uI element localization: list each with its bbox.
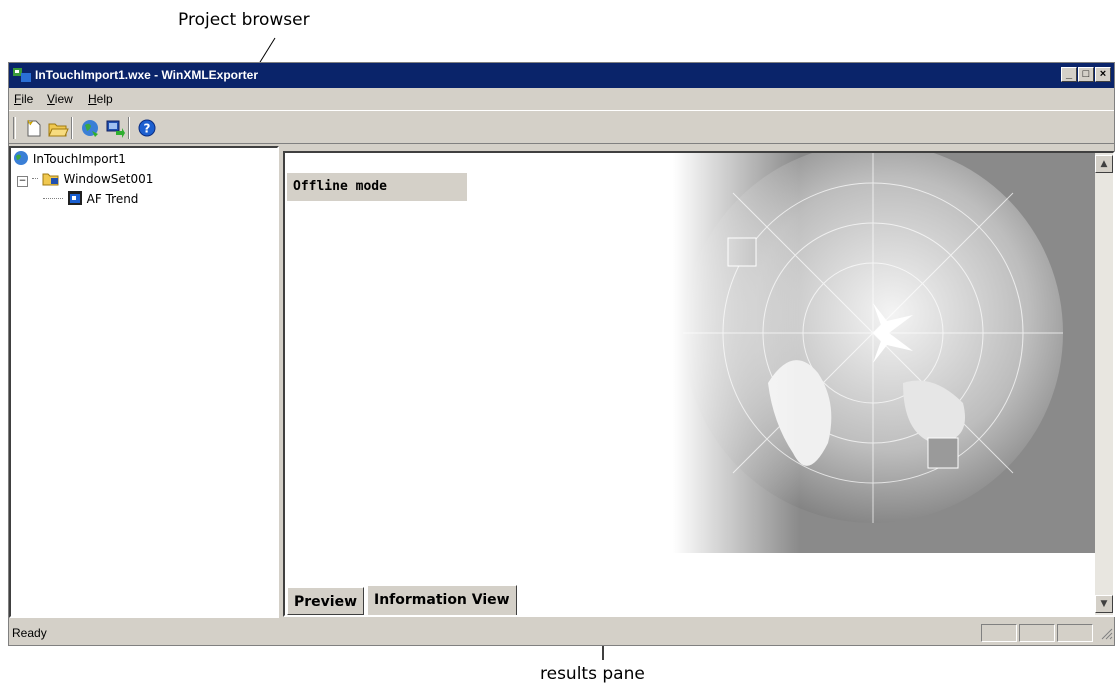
status-panel (1057, 624, 1093, 642)
window-icon (67, 191, 82, 205)
globe-icon (14, 151, 28, 165)
tab-preview[interactable]: Preview (287, 587, 365, 615)
tree-label-root: InTouchImport1 (32, 152, 126, 166)
offline-mode-label: Offline mode (287, 173, 467, 201)
toolbar: ? (9, 110, 1114, 144)
minimize-button[interactable]: _ (1061, 67, 1077, 82)
tree-node-folder[interactable]: − WindowSet001 (17, 170, 153, 187)
status-panel (1019, 624, 1055, 642)
status-panel (981, 624, 1017, 642)
collapse-toggle-icon[interactable]: − (17, 176, 28, 187)
status-bar: Ready (9, 620, 1114, 646)
scroll-up-button[interactable]: ▲ (1095, 155, 1113, 173)
globe-illustration (673, 153, 1095, 553)
window-set-folder-icon (42, 173, 59, 186)
app-window: InTouchImport1.wxe - WinXMLExporter _ □ … (8, 62, 1115, 646)
window-title: InTouchImport1.wxe - WinXMLExporter (35, 68, 259, 82)
title-bar[interactable]: InTouchImport1.wxe - WinXMLExporter _ □ … (9, 63, 1114, 88)
resize-grip-icon[interactable] (1099, 626, 1113, 640)
menu-help[interactable]: Help (88, 92, 113, 106)
callout-results-pane: results pane (540, 664, 645, 684)
toolbar-separator (128, 117, 130, 139)
tree-connector (43, 198, 63, 199)
results-pane[interactable]: Offline mode ▲ ▼ (283, 151, 1115, 617)
help-icon[interactable]: ? (136, 117, 158, 139)
project-browser[interactable]: InTouchImport1 − WindowSet001 AF Trend (9, 146, 279, 618)
svg-text:?: ? (144, 122, 151, 136)
status-text: Ready (12, 626, 47, 640)
tab-information-view[interactable]: Information View (367, 585, 517, 615)
tree-label-window: AF Trend (86, 192, 139, 206)
view-tabs: Preview Information View (283, 585, 1115, 617)
menu-file[interactable]: File (14, 92, 33, 106)
tree-label-folder: WindowSet001 (63, 172, 154, 186)
open-folder-icon[interactable] (47, 117, 69, 139)
maximize-button[interactable]: □ (1078, 67, 1094, 82)
vertical-scrollbar[interactable]: ▲ ▼ (1095, 153, 1113, 615)
close-button[interactable]: × (1095, 67, 1111, 82)
new-document-icon[interactable] (22, 117, 44, 139)
tree-node-root[interactable]: InTouchImport1 (13, 150, 126, 166)
tree-connector (31, 178, 38, 179)
export-icon[interactable] (104, 117, 126, 139)
toolbar-separator (71, 117, 73, 139)
menu-view[interactable]: View (47, 92, 73, 106)
globe-connect-icon[interactable] (79, 117, 101, 139)
tree-node-window[interactable]: AF Trend (43, 190, 138, 206)
menu-bar: File View Help (9, 88, 1114, 110)
toolbar-grip (13, 117, 16, 139)
app-icon (13, 68, 31, 82)
